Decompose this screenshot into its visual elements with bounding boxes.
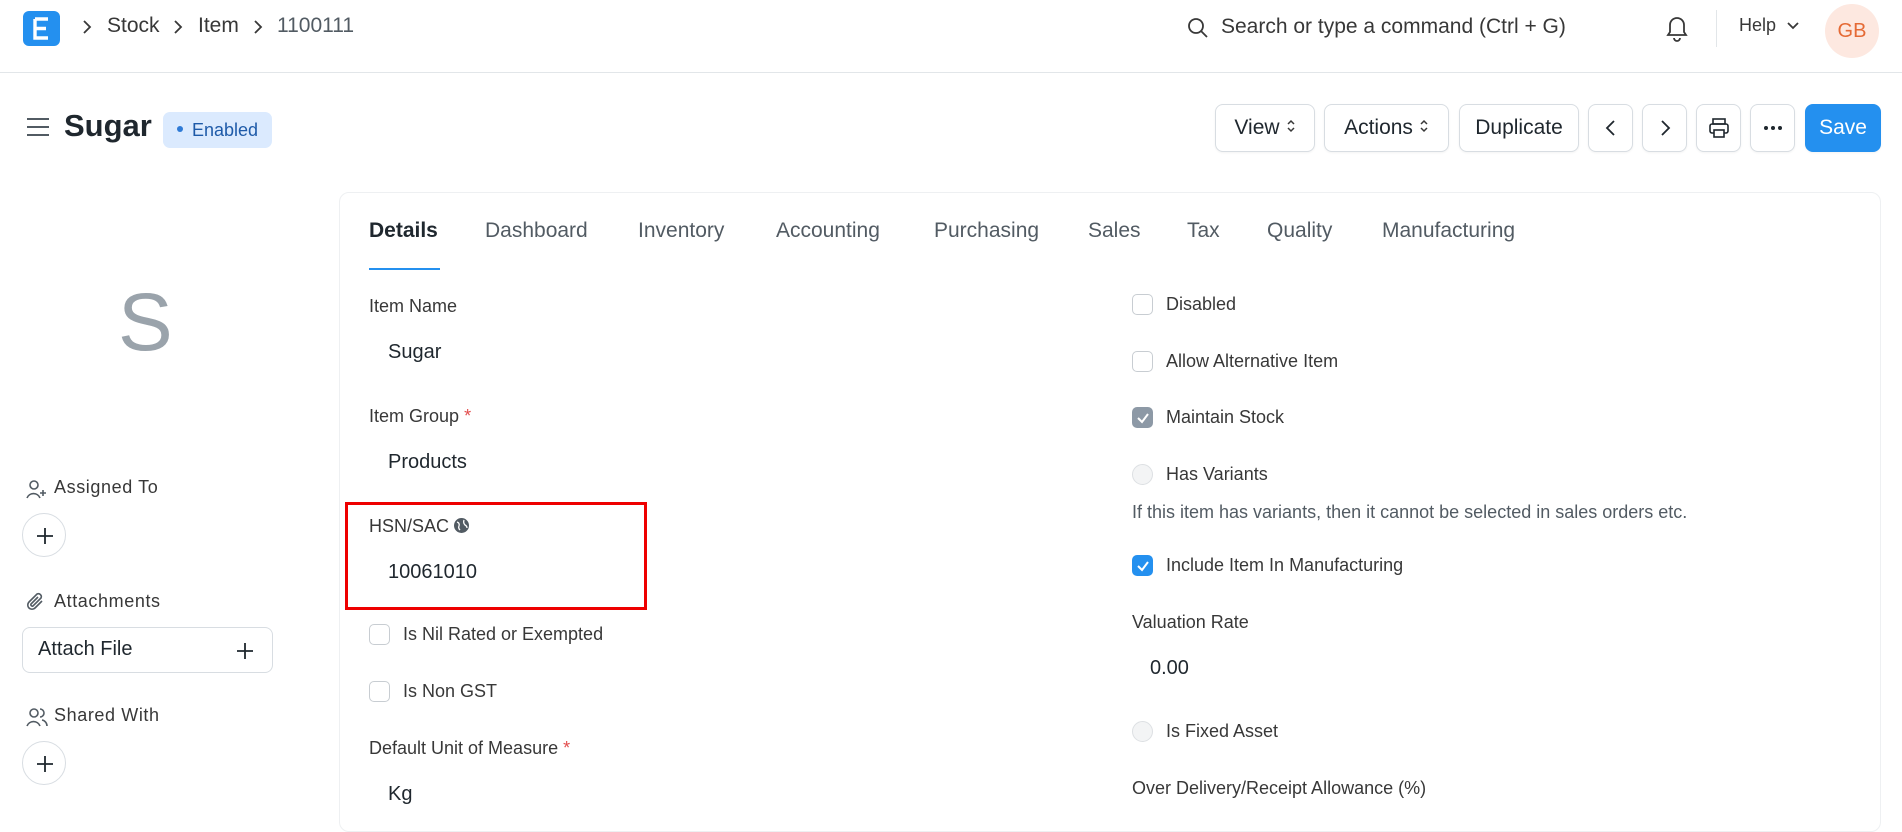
user-avatar[interactable]: GB bbox=[1825, 4, 1879, 58]
view-button-label: View bbox=[1234, 116, 1280, 139]
item-group-field[interactable]: Products bbox=[388, 451, 467, 474]
users-icon bbox=[26, 708, 48, 727]
actions-button-label: Actions bbox=[1344, 116, 1413, 139]
required-asterisk: * bbox=[464, 406, 472, 426]
chevron-left-icon bbox=[1605, 120, 1615, 136]
navbar-divider bbox=[1716, 10, 1717, 47]
uom-field[interactable]: Kg bbox=[388, 783, 412, 806]
status-badge: Enabled bbox=[163, 112, 273, 148]
help-menu[interactable]: Help bbox=[1739, 15, 1776, 36]
chevron-right-icon bbox=[1661, 120, 1671, 136]
notification-bell-icon[interactable] bbox=[1663, 12, 1691, 42]
has-variants-label: Has Variants bbox=[1166, 464, 1268, 484]
attachments-label: Attachments bbox=[54, 591, 161, 611]
plus-icon bbox=[237, 643, 253, 659]
user-add-icon bbox=[26, 480, 46, 499]
search-icon bbox=[1188, 18, 1208, 38]
item-group-label: Item Group * bbox=[369, 406, 471, 427]
actions-button[interactable]: Actions bbox=[1324, 104, 1449, 152]
printer-icon bbox=[1709, 118, 1729, 138]
chevron-right-icon bbox=[174, 20, 183, 34]
tab-tax[interactable]: Tax bbox=[1187, 219, 1220, 243]
tab-purchasing[interactable]: Purchasing bbox=[934, 219, 1039, 243]
attach-file-button[interactable]: Attach File bbox=[22, 627, 273, 673]
valuation-rate-field[interactable]: 0.00 bbox=[1150, 657, 1189, 680]
hsn-sac-field[interactable]: 10061010 bbox=[388, 561, 477, 584]
checkmark-icon bbox=[1137, 413, 1149, 424]
checkmark-icon bbox=[1137, 561, 1149, 572]
search-input[interactable]: Search or type a command (Ctrl + G) bbox=[1183, 13, 1603, 43]
breadcrumb-current[interactable]: 1100111 bbox=[277, 14, 354, 38]
sort-updown-icon bbox=[1287, 120, 1295, 133]
nil-rated-checkbox[interactable] bbox=[369, 624, 390, 645]
item-name-field[interactable]: Sugar bbox=[388, 341, 441, 364]
uom-label-text: Default Unit of Measure bbox=[369, 738, 559, 758]
has-variants-checkbox[interactable] bbox=[1132, 464, 1153, 485]
non-gst-checkbox[interactable] bbox=[369, 681, 390, 702]
top-navbar: Stock Item 1100111 Search or type a comm… bbox=[0, 0, 1902, 73]
tab-details[interactable]: Details bbox=[369, 219, 438, 243]
chevron-right-icon bbox=[83, 20, 92, 34]
hsn-sac-label-text: HSN/SAC bbox=[369, 516, 450, 536]
item-name-label: Item Name bbox=[369, 296, 458, 316]
uom-label: Default Unit of Measure * bbox=[369, 738, 570, 759]
ellipsis-icon bbox=[1764, 126, 1782, 130]
maintain-stock-checkbox[interactable] bbox=[1132, 407, 1153, 428]
more-options-button[interactable] bbox=[1750, 104, 1795, 152]
item-group-label-text: Item Group bbox=[369, 406, 460, 426]
tab-accounting[interactable]: Accounting bbox=[776, 219, 880, 243]
print-button[interactable] bbox=[1696, 104, 1741, 152]
non-gst-label: Is Non GST bbox=[403, 681, 498, 701]
breadcrumb-item[interactable]: Item bbox=[198, 14, 239, 38]
allow-alternative-label: Allow Alternative Item bbox=[1166, 351, 1339, 371]
required-asterisk: * bbox=[563, 738, 571, 758]
add-assignee-button[interactable] bbox=[22, 513, 66, 557]
assigned-to-label: Assigned To bbox=[54, 477, 159, 497]
nil-rated-label: Is Nil Rated or Exempted bbox=[403, 624, 604, 644]
shared-with-label: Shared With bbox=[54, 705, 160, 725]
globe-icon bbox=[454, 517, 470, 533]
over-delivery-label: Over Delivery/Receipt Allowance (%) bbox=[1132, 778, 1427, 798]
include-manufacturing-label: Include Item In Manufacturing bbox=[1166, 555, 1404, 575]
save-button[interactable]: Save bbox=[1805, 104, 1881, 152]
search-placeholder: Search or type a command (Ctrl + G) bbox=[1221, 15, 1566, 38]
status-dot bbox=[177, 126, 183, 133]
breadcrumb-stock[interactable]: Stock bbox=[107, 14, 160, 38]
tab-sales[interactable]: Sales bbox=[1088, 219, 1141, 243]
tab-dashboard[interactable]: Dashboard bbox=[485, 219, 588, 243]
plus-icon bbox=[37, 528, 53, 544]
tab-inventory[interactable]: Inventory bbox=[638, 219, 724, 243]
disabled-label: Disabled bbox=[1166, 294, 1237, 314]
fixed-asset-label: Is Fixed Asset bbox=[1166, 721, 1279, 741]
app-logo-icon[interactable] bbox=[23, 11, 60, 46]
paperclip-icon bbox=[26, 592, 43, 611]
tab-quality[interactable]: Quality bbox=[1267, 219, 1332, 243]
chevron-right-icon bbox=[254, 20, 263, 34]
next-record-button[interactable] bbox=[1642, 104, 1687, 152]
valuation-rate-label: Valuation Rate bbox=[1132, 612, 1249, 632]
attach-file-label: Attach File bbox=[38, 638, 133, 660]
disabled-checkbox[interactable] bbox=[1132, 294, 1153, 315]
active-tab-indicator bbox=[369, 268, 440, 270]
status-text: Enabled bbox=[192, 120, 259, 140]
duplicate-button[interactable]: Duplicate bbox=[1459, 104, 1579, 152]
chevron-down-icon[interactable] bbox=[1785, 20, 1801, 32]
maintain-stock-label: Maintain Stock bbox=[1166, 407, 1285, 427]
plus-icon bbox=[37, 756, 53, 772]
add-share-button[interactable] bbox=[22, 741, 66, 785]
item-image-placeholder[interactable]: S bbox=[118, 276, 173, 370]
has-variants-help-text: If this item has variants, then it canno… bbox=[1132, 502, 1688, 522]
sidebar-toggle-icon[interactable] bbox=[26, 117, 50, 137]
sort-updown-icon bbox=[1420, 120, 1428, 133]
page-title: Sugar bbox=[64, 108, 152, 143]
allow-alternative-checkbox[interactable] bbox=[1132, 351, 1153, 372]
tab-manufacturing[interactable]: Manufacturing bbox=[1382, 219, 1515, 243]
hsn-sac-label: HSN/SAC bbox=[369, 516, 470, 537]
fixed-asset-checkbox[interactable] bbox=[1132, 721, 1153, 742]
previous-record-button[interactable] bbox=[1588, 104, 1633, 152]
include-manufacturing-checkbox[interactable] bbox=[1132, 555, 1153, 576]
view-button[interactable]: View bbox=[1215, 104, 1315, 152]
